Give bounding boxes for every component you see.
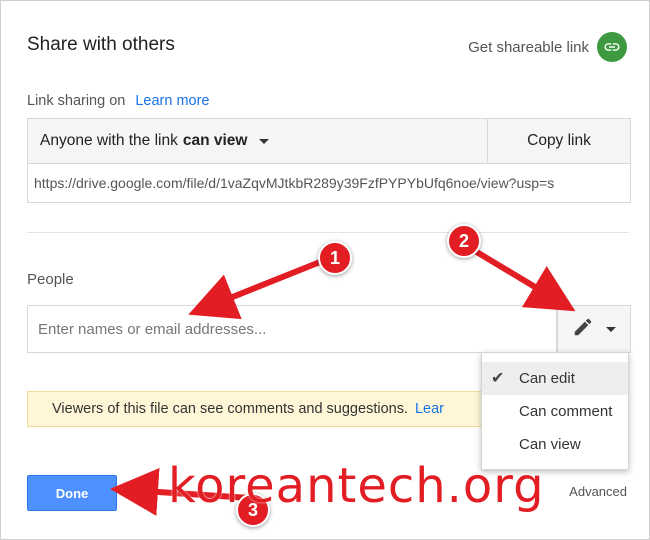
permission-menu: ✔ Can edit Can comment Can view [481, 352, 629, 470]
divider [27, 232, 629, 233]
annotation-badge-2: 2 [447, 224, 481, 258]
menu-item-can-view[interactable]: Can view [482, 428, 628, 461]
copy-link-button[interactable]: Copy link [487, 119, 630, 163]
dialog-title: Share with others [27, 34, 175, 55]
get-shareable-link-button[interactable]: Get shareable link [468, 32, 627, 62]
get-shareable-link-label: Get shareable link [468, 38, 589, 56]
link-icon [597, 32, 627, 62]
people-input[interactable]: Enter names or email addresses... [27, 305, 557, 353]
annotation-badge-1: 1 [318, 241, 352, 275]
permission-dropdown-button[interactable] [557, 305, 631, 353]
people-label: People [27, 271, 74, 288]
menu-item-label: Can view [519, 436, 581, 453]
notice-learn-more-link[interactable]: Lear [415, 401, 444, 417]
menu-item-can-edit[interactable]: ✔ Can edit [482, 362, 628, 395]
access-level: can view [182, 132, 248, 149]
learn-more-link[interactable]: Learn more [135, 93, 209, 109]
advanced-link[interactable]: Advanced [569, 484, 627, 499]
access-prefix: Anyone with the link [40, 132, 178, 149]
annotation-badge-3: 3 [236, 493, 270, 527]
pencil-icon [572, 316, 594, 343]
done-button[interactable]: Done [27, 475, 117, 511]
menu-item-can-comment[interactable]: Can comment [482, 395, 628, 428]
check-icon: ✔ [491, 370, 505, 387]
link-sharing-status: Link sharing on Learn more [27, 93, 210, 109]
menu-item-label: Can edit [519, 370, 575, 387]
link-access-row: Anyone with the link can view Copy link [27, 118, 631, 164]
notice-text: Viewers of this file can see comments an… [52, 401, 408, 417]
chevron-down-icon [259, 138, 270, 144]
comments-notice: Viewers of this file can see comments an… [27, 391, 507, 427]
chevron-down-icon [606, 326, 616, 332]
link-access-dropdown[interactable]: Anyone with the link can view [28, 119, 487, 163]
link-sharing-label: Link sharing on [27, 93, 126, 109]
menu-item-label: Can comment [519, 403, 613, 420]
share-url-field[interactable]: https://drive.google.com/file/d/1vaZqvMJ… [27, 163, 631, 203]
